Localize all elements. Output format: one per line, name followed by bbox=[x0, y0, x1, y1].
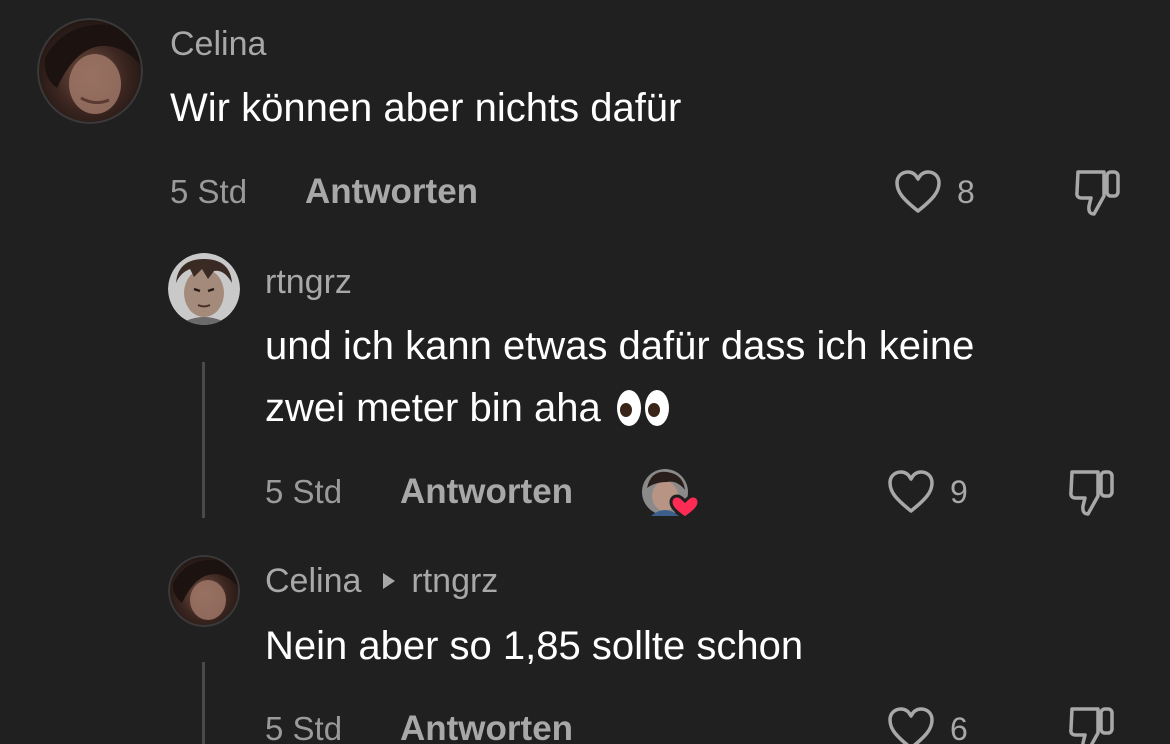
thumbs-down-icon bbox=[1069, 707, 1114, 744]
comments-thread: Celina Wir können aber nichts dafür 5 St… bbox=[0, 0, 1170, 744]
heart-outline-icon bbox=[888, 707, 934, 744]
like-count: 8 bbox=[957, 174, 975, 210]
comment-text-line: zwei meter bin aha bbox=[265, 376, 671, 440]
comment-timestamp: 5 Std bbox=[265, 710, 343, 744]
reply-button[interactable]: Antworten bbox=[400, 472, 573, 512]
like-count: 6 bbox=[950, 711, 968, 744]
dislike-button[interactable] bbox=[1072, 166, 1124, 225]
like-button[interactable]: 6 bbox=[886, 705, 968, 744]
comment-text: Nein aber so 1,85 sollte schon bbox=[265, 624, 804, 668]
comment-text-line: und ich kann etwas dafür dass ich keine bbox=[265, 324, 975, 368]
avatar-celina[interactable] bbox=[168, 555, 240, 627]
comment-username-row: Celina rtngrz bbox=[265, 561, 498, 601]
heart-outline-icon bbox=[895, 170, 941, 213]
dislike-button[interactable] bbox=[1066, 466, 1118, 525]
reply-button[interactable]: Antworten bbox=[305, 172, 478, 212]
like-button[interactable]: 8 bbox=[893, 168, 975, 216]
comment-username[interactable]: Celina bbox=[170, 24, 266, 64]
triangle-right-icon bbox=[383, 573, 396, 589]
comment-username[interactable]: rtngrz bbox=[265, 262, 352, 302]
reply-button[interactable]: Antworten bbox=[400, 709, 573, 744]
avatar-rtngrz[interactable] bbox=[168, 253, 240, 325]
avatar-celina[interactable] bbox=[37, 18, 143, 124]
thread-line bbox=[202, 662, 205, 744]
comment-text: Wir können aber nichts dafür bbox=[170, 86, 682, 130]
like-button[interactable]: 9 bbox=[886, 468, 968, 516]
comment-timestamp: 5 Std bbox=[170, 173, 248, 210]
comment-timestamp: 5 Std bbox=[265, 473, 343, 510]
comment-username[interactable]: Celina bbox=[265, 561, 361, 601]
reply-to-username[interactable]: rtngrz bbox=[411, 561, 498, 601]
thread-line bbox=[202, 362, 205, 518]
creator-liked-badge bbox=[641, 468, 703, 522]
thumbs-down-icon bbox=[1069, 470, 1114, 516]
comment-text-segment: zwei meter bin aha bbox=[265, 386, 601, 430]
like-count: 9 bbox=[950, 474, 968, 510]
dislike-button[interactable] bbox=[1066, 703, 1118, 744]
eyes-emoji bbox=[615, 388, 671, 428]
heart-outline-icon bbox=[888, 470, 934, 513]
thumbs-down-icon bbox=[1075, 170, 1120, 216]
